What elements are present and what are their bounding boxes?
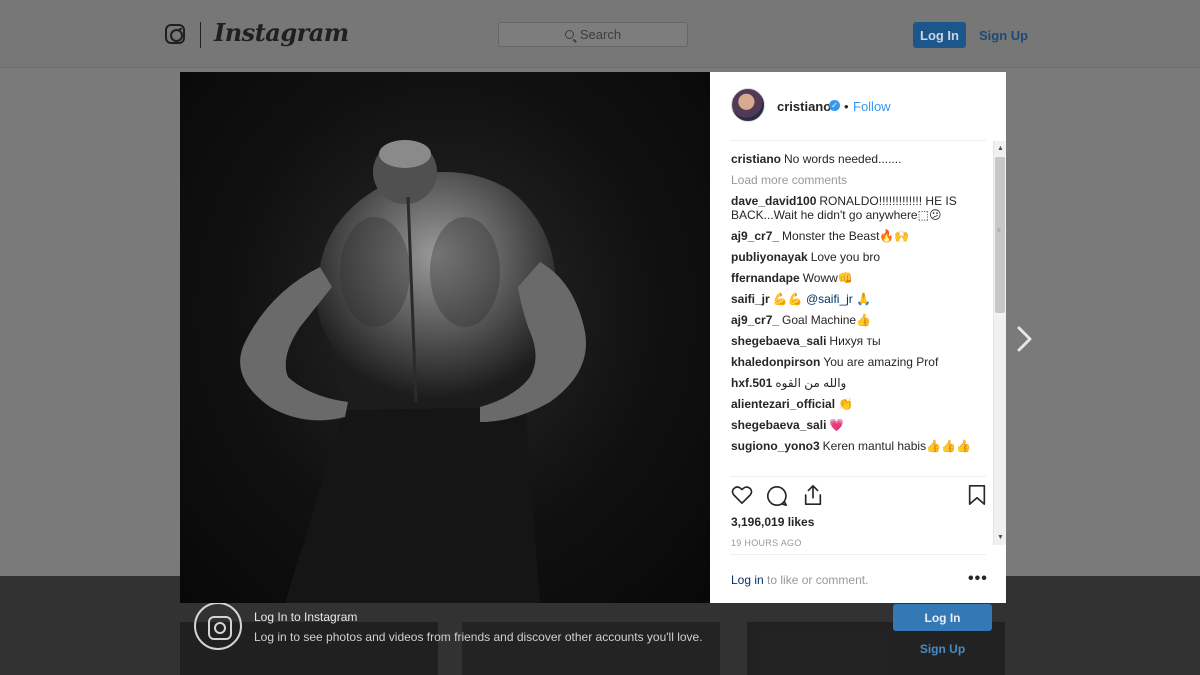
share-icon[interactable]: [802, 484, 824, 506]
chevron-right-icon[interactable]: [1014, 325, 1036, 353]
comment-text: Monster the Beast🔥🙌: [782, 229, 910, 243]
bookmark-icon[interactable]: [967, 484, 987, 506]
comment-text: 💪💪: [772, 292, 803, 306]
header-signup-link[interactable]: Sign Up: [979, 22, 1028, 48]
instagram-circle-icon: [194, 602, 242, 650]
comment-username[interactable]: aj9_cr7_: [731, 229, 779, 243]
comment-text: Goal Machine👍: [782, 313, 872, 327]
search-placeholder: Search: [579, 27, 622, 42]
list-item: shegebaeva_sali 💗: [731, 418, 993, 432]
search-icon: [564, 30, 574, 39]
comment-mention-link[interactable]: @saifi_jr: [806, 292, 853, 306]
comment-username[interactable]: aj9_cr7_: [731, 313, 779, 327]
list-item: sugiono_yono3 Keren mantul habis👍👍👍: [731, 439, 993, 453]
list-item: shegebaeva_sali Нихуя ты: [731, 334, 993, 348]
scroll-down-arrow-icon[interactable]: ▼: [996, 533, 1005, 542]
likes-count[interactable]: 3,196,019 likes: [731, 515, 814, 529]
list-item: alientezari_official 👏: [731, 397, 993, 411]
scrollbar-grip: ≡: [997, 228, 1001, 234]
list-item: dave_david100 RONALDO!!!!!!!!!!!!! HE IS …: [731, 194, 993, 222]
list-item: khaledonpirson You are amazing Prof: [731, 355, 993, 369]
post-photo[interactable]: [180, 72, 710, 603]
comment-username[interactable]: alientezari_official: [731, 397, 835, 411]
list-item: aj9_cr7_ Goal Machine👍: [731, 313, 993, 327]
comment-text: Love you bro: [810, 250, 881, 264]
top-navigation-bar: Instagram Search Log In Sign Up: [0, 0, 1200, 68]
comment-username[interactable]: hxf.501: [731, 376, 772, 390]
caption: cristiano No words needed.......: [731, 152, 993, 166]
comment-username[interactable]: shegebaeva_sali: [731, 418, 826, 432]
list-item: hxf.501 والله من القوه: [731, 376, 993, 390]
comment-username[interactable]: dave_david100: [731, 194, 816, 208]
comment-text: Keren mantul habis👍👍👍: [822, 439, 971, 453]
comment-text: 👏: [838, 397, 853, 411]
post-timestamp[interactable]: 19 HOURS AGO: [731, 538, 802, 548]
login-prompt-text: to like or comment.: [763, 573, 869, 587]
comment-username[interactable]: shegebaeva_sali: [731, 334, 826, 348]
comment-username[interactable]: khaledonpirson: [731, 355, 820, 369]
comment-username[interactable]: publiyonayak: [731, 250, 808, 264]
comment-username[interactable]: ffernandape: [731, 271, 800, 285]
banner-signup-link[interactable]: Sign Up: [893, 642, 992, 656]
avatar[interactable]: [731, 88, 765, 122]
instagram-wordmark[interactable]: Instagram: [214, 18, 349, 47]
divider: [730, 476, 986, 477]
comment-text: والله من القوه: [775, 376, 847, 390]
logo-divider: [200, 22, 201, 48]
banner-login-button[interactable]: Log In: [893, 604, 992, 631]
list-item: saifi_jr 💪💪 @saifi_jr 🙏: [731, 292, 993, 306]
login-to-comment-prompt: Log in to like or comment.: [731, 573, 868, 587]
more-options-button[interactable]: •••: [968, 570, 988, 588]
post-photo-image: [240, 140, 586, 603]
heart-icon[interactable]: [731, 485, 753, 505]
login-link[interactable]: Log in: [731, 573, 764, 587]
banner-subtitle: Log in to see photos and videos from fri…: [254, 630, 703, 644]
list-item: aj9_cr7_ Monster the Beast🔥🙌: [731, 229, 993, 243]
comment-text: You are amazing Prof: [823, 355, 939, 369]
comment-bubble-icon[interactable]: [766, 485, 788, 507]
search-input[interactable]: Search: [498, 22, 688, 47]
comment-text: No words needed.......: [784, 152, 902, 166]
post-author[interactable]: cristiano: [777, 99, 831, 114]
divider: [730, 140, 986, 141]
separator-dot: •: [844, 99, 849, 114]
comment-text: Woww👊: [802, 271, 853, 285]
banner-title: Log In to Instagram: [254, 610, 358, 624]
comment-text: 💗: [829, 418, 845, 432]
post-side-panel: cristiano ✓ • Follow cristiano No words n…: [710, 72, 1006, 603]
verified-badge-icon: ✓: [829, 100, 840, 111]
comment-username[interactable]: sugiono_yono3: [731, 439, 820, 453]
instagram-glyph-icon[interactable]: [165, 24, 185, 44]
comment-username[interactable]: saifi_jr: [731, 292, 770, 306]
list-item: ffernandape Woww👊: [731, 271, 993, 285]
comment-text: 🙏: [856, 292, 872, 306]
scroll-up-arrow-icon[interactable]: ▲: [996, 144, 1005, 153]
comments-scrollbar[interactable]: ▲ ≡ ▼: [993, 141, 1006, 545]
list-item: publiyonayak Love you bro: [731, 250, 993, 264]
comment-username[interactable]: cristiano: [731, 152, 781, 166]
comment-text: Нихуя ты: [829, 334, 881, 348]
follow-button[interactable]: Follow: [853, 99, 891, 114]
divider: [730, 554, 986, 555]
load-more-comments-button[interactable]: Load more comments: [731, 173, 993, 187]
scrollbar-thumb[interactable]: ≡: [995, 157, 1005, 313]
header-login-button[interactable]: Log In: [913, 22, 966, 48]
